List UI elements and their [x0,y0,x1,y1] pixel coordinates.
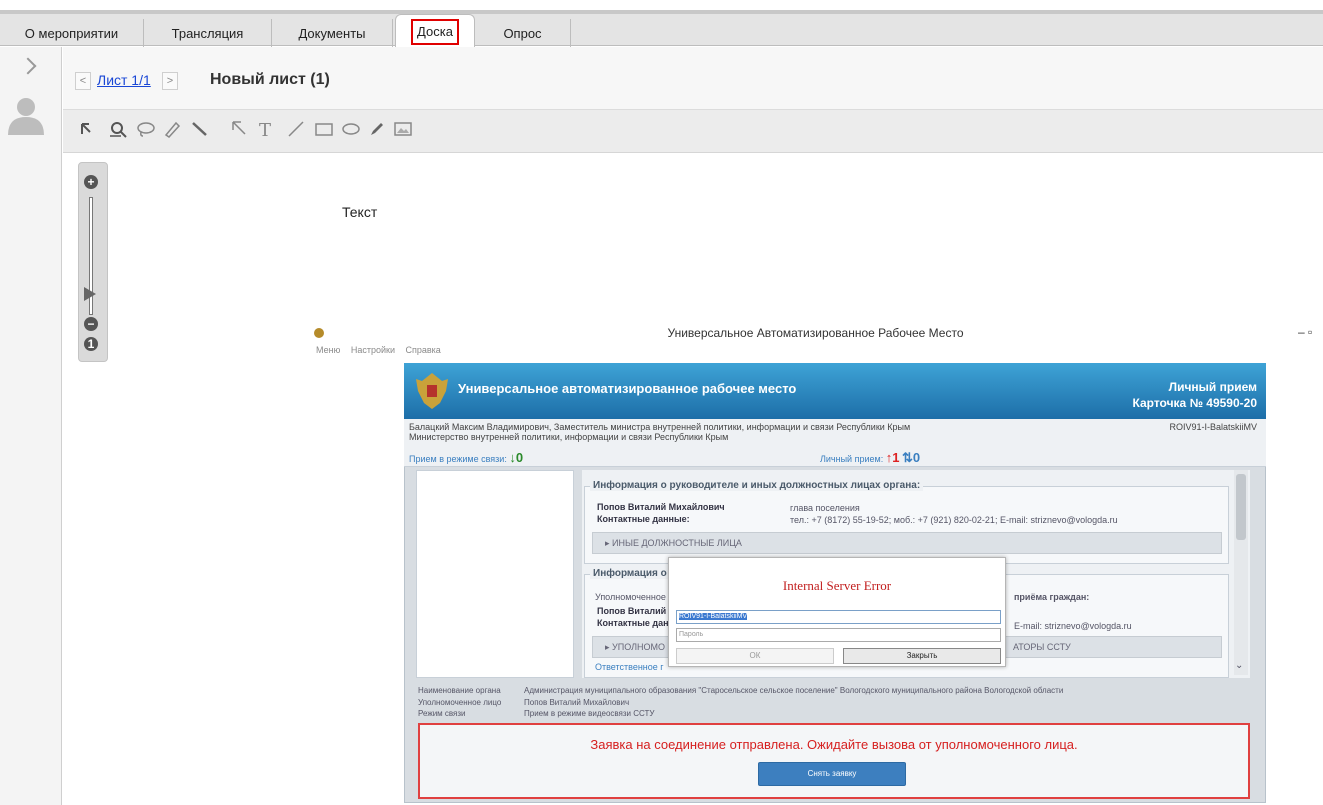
embedded-personal-mode-label: Личный прием: [820,454,884,464]
embedded-leader-contacts: тел.: +7 (8172) 55-19-52; моб.: +7 (921)… [790,515,1118,525]
embedded-other-officials-toggle[interactable]: ▸ ИНЫЕ ДОЛЖНОСТНЫЕ ЛИЦА [592,532,1222,554]
embedded-left-panel [416,470,574,678]
tab-board-label: Доска [411,19,459,45]
zoom-reset-icon[interactable]: 1 [84,337,98,351]
embedded-menu-item: Справка [405,345,441,355]
embedded-responsible-row: Ответственное г [595,662,664,672]
next-sheet-button[interactable]: > [162,72,178,90]
top-strip [0,0,1323,10]
embedded-banner-reception: Личный прием [1168,380,1257,394]
text-icon[interactable]: T [256,118,278,140]
embedded-banner-card: Карточка № 49590-20 [1132,396,1257,410]
embedded-user-info: Балацкий Максим Владимирович, Заместител… [409,422,911,432]
embedded-error-title: Internal Server Error [782,578,892,593]
embedded-ok-button[interactable]: ОК [676,648,834,664]
embedded-leader-name: Попов Виталий Михайлович [597,502,725,512]
zoom-slider-handle[interactable] [84,287,96,301]
tab-bar: О мероприятии Трансляция Документы Доска… [0,10,1323,51]
sheet-link[interactable]: Лист 1/1 [97,72,151,88]
embedded-section-leader-title: Информация о руководителе и иных должнос… [590,480,924,491]
embedded-cancel-request-button[interactable]: Снять заявку [758,762,906,786]
prev-sheet-button[interactable]: < [75,72,91,90]
embedded-ministry-info: Министерство внутренней политики, информ… [409,432,729,442]
zoom-panel [78,162,108,362]
tab-broadcast[interactable]: Трансляция [144,19,272,50]
embedded-menubar: Меню Настройки Справка [308,343,1323,357]
embedded-notice-box [418,723,1250,799]
embedded-video-mode-label: Прием в режиме связи: [409,454,507,464]
highlighter-icon[interactable] [161,118,183,140]
embedded-login-input[interactable]: ROIV91-I-BalatskiiMV [676,610,1001,624]
user-avatar-icon [8,98,44,135]
embedded-leader-contacts-label: Контактные данные: [597,514,690,524]
embedded-section-authorized-title: Информация о [590,568,670,579]
ellipse-icon[interactable] [340,118,362,140]
embedded-org-value: Администрация муниципального образования… [524,686,1064,695]
embedded-authorized-email: E-mail: striznevo@vologda.ru [1014,621,1132,631]
zoom-area-icon[interactable] [107,118,129,140]
sheet-title: Новый лист (1) [210,71,330,88]
embedded-mode-label: Режим связи [418,709,466,718]
tab-about-event[interactable]: О мероприятии [0,19,144,50]
embedded-video-mode: Прием в режиме связи: ↓0 [409,450,523,465]
svg-text:T: T [259,120,271,140]
embedded-authorized-contacts-label: Контактные дан [597,618,669,628]
pen-icon[interactable] [366,118,388,140]
embedded-window-controls: – ▫ [1298,325,1313,339]
embedded-authorized-reception: приёма граждан: [1014,592,1090,602]
embedded-scrollbar-thumb[interactable] [1236,474,1246,540]
arrow-icon[interactable] [228,118,250,140]
embedded-org-label: Наименование органа [418,686,501,695]
tab-board[interactable]: Доска [395,14,475,51]
embedded-login-value: ROIV91-I-BalatskiiMV [679,613,748,620]
embedded-user-id: ROIV91-I-BalatskiiMV [1169,422,1257,432]
embedded-operators-toggle-left: ▸ УПОЛНОМО [605,642,666,652]
lasso-icon[interactable] [135,118,157,140]
embedded-video-mode-count: ↓0 [509,450,524,465]
drawing-toolbar [63,109,1323,153]
line-icon[interactable] [285,118,307,140]
embedded-close-button[interactable]: Закрыть [843,648,1001,664]
zoom-out-icon[interactable]: − [84,317,98,331]
embedded-leader-position: глава поселения [790,503,860,513]
embedded-personal-sync-count: ⇅0 [901,450,921,465]
embedded-operators-toggle-right: АТОРЫ ССТУ [1013,642,1071,652]
embedded-scroll-down-icon[interactable]: ⌄ [1235,660,1243,671]
tab-poll[interactable]: Опрос [475,19,571,50]
embedded-authorized-row: Уполномоченное [595,592,666,602]
canvas-text-object[interactable]: Текст [342,204,377,220]
embedded-window-title: Универсальное Автоматизированное Рабочее… [667,326,964,340]
coat-of-arms-icon [416,373,448,409]
zoom-in-icon[interactable]: + [84,175,98,189]
embedded-authorized-name: Попов Виталий [597,606,667,616]
embedded-personal-up-count: ↑1 [885,450,900,465]
pointer-icon[interactable] [75,118,97,140]
left-rail [0,47,62,805]
embedded-menu-item: Меню [316,345,341,355]
embedded-banner-title: Универсальное автоматизированное рабочее… [458,381,797,396]
embedded-personal-mode: Личный прием: ↑1 ⇅0 [820,450,920,466]
embedded-notice-text: Заявка на соединение отправлена. Ожидайт… [590,737,1078,752]
tab-documents[interactable]: Документы [272,19,393,50]
marker-icon[interactable] [189,118,211,140]
image-icon[interactable] [392,118,414,140]
embedded-person-value: Попов Виталий Михайлович [524,698,630,707]
embedded-menu-item: Настройки [350,345,395,355]
rectangle-icon[interactable] [313,118,335,140]
embedded-password-input[interactable]: Пароль [676,628,1001,642]
embedded-mode-value: Прием в режиме видеосвязи ССТУ [524,709,655,718]
embedded-person-label: Уполномоченное лицо [418,698,502,707]
